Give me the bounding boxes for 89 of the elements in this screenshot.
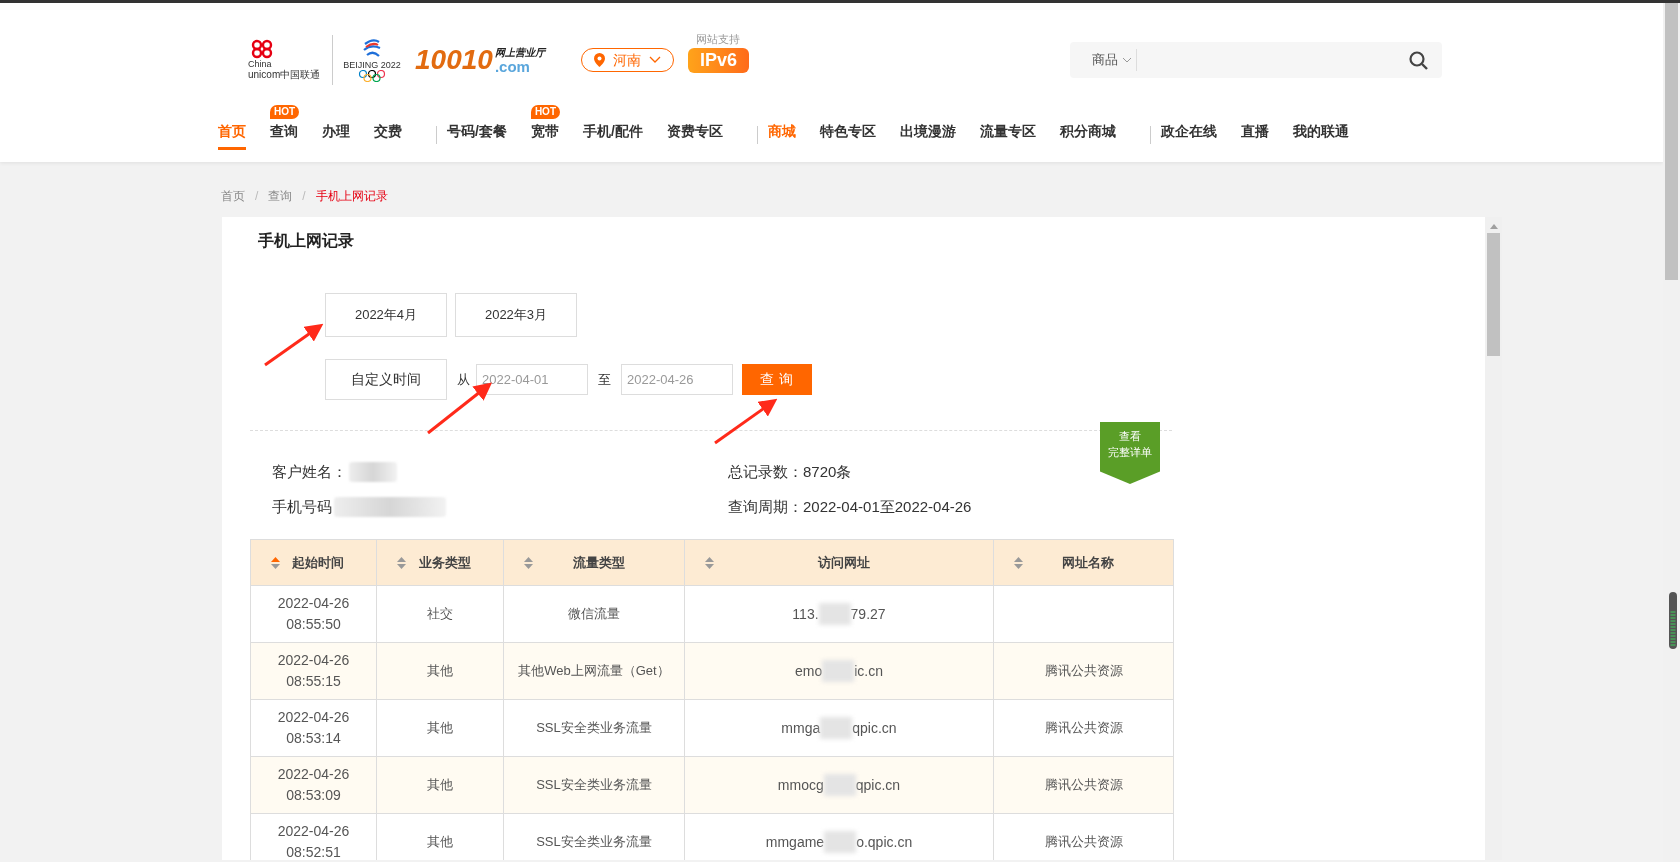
info-label: 客户姓名： <box>272 462 347 482</box>
table-cell: mmga qpic.cn <box>684 699 994 757</box>
nav-link[interactable]: 出境漫游 <box>899 120 956 150</box>
table-cell: 其他Web上网流量（Get） <box>503 642 685 700</box>
column-header[interactable]: 起始时间 <box>250 539 377 586</box>
table-cell: SSL安全类业务流量 <box>503 756 685 814</box>
meter-icon <box>1669 592 1677 649</box>
to-label: 至 <box>598 370 611 389</box>
table-cell: 其他 <box>376 699 504 757</box>
column-header[interactable]: 访问网址 <box>684 539 994 586</box>
nav-link[interactable]: 特色专区 <box>819 120 876 150</box>
info-value: 2022-04-01至2022-04-26 <box>803 496 972 517</box>
logo-text: BEIJING 2022 <box>343 60 401 70</box>
chevron-down-icon <box>648 56 661 64</box>
redacted-block <box>820 717 853 739</box>
table-cell: 2022-04-26 08:55:15 <box>250 642 377 700</box>
table-cell: 2022-04-26 08:55:50 <box>250 585 377 643</box>
logo-text: China <box>248 59 272 69</box>
column-header[interactable]: 网址名称 <box>993 539 1174 586</box>
logo-text: unicom中国联通 <box>248 69 321 81</box>
category-dropdown[interactable]: 商品 <box>1092 50 1132 70</box>
scroll-up-icon[interactable] <box>1489 224 1498 229</box>
logo-text: .com <box>494 59 531 74</box>
nav-link[interactable]: 资费专区 <box>666 120 723 150</box>
chevron-down-icon <box>1122 57 1132 63</box>
table-cell: 2022-04-26 08:53:14 <box>250 699 377 757</box>
nav-link[interactable]: 积分商城 <box>1059 120 1116 150</box>
logo-number: 10010 <box>415 46 493 74</box>
sort-icon[interactable] <box>1014 556 1023 569</box>
table-cell: SSL安全类业务流量 <box>503 699 685 757</box>
table-cell: 腾讯公共资源 <box>993 642 1174 700</box>
end-date-field[interactable]: 2022-04-26 <box>621 364 733 395</box>
start-date-field[interactable]: 2022-04-01 <box>476 364 588 395</box>
nav-link[interactable]: 我的联通 <box>1292 120 1349 150</box>
breadcrumb-separator: / <box>302 188 306 205</box>
nav-link[interactable]: 流量专区 <box>979 120 1036 150</box>
scrollbar-thumb[interactable] <box>1665 3 1678 280</box>
table-cell: 2022-04-26 08:53:09 <box>250 756 377 814</box>
custom-range-button[interactable]: 自定义时间 <box>325 359 447 400</box>
redacted-block <box>824 831 857 853</box>
search-field[interactable]: 商品 <box>1070 42 1442 78</box>
pin-icon <box>593 53 605 67</box>
table-cell: 腾讯公共资源 <box>993 756 1174 814</box>
redacted-block <box>822 660 855 682</box>
table-cell: 113. 79.27 <box>684 585 994 643</box>
sort-icon[interactable] <box>271 556 280 569</box>
page-title: 手机上网记录 <box>258 231 355 251</box>
info-label: 查询周期： <box>728 496 803 517</box>
column-header[interactable]: 流量类型 <box>503 539 685 586</box>
nav-link[interactable]: 手机/配件 <box>582 120 643 150</box>
hot-badge: HOT <box>530 104 560 119</box>
month-button[interactable]: 2022年4月 <box>325 293 447 337</box>
breadcrumb-separator: / <box>255 188 259 205</box>
info-value: 8720条 <box>803 462 852 482</box>
nav-link[interactable]: 办理 <box>322 120 350 150</box>
sort-icon[interactable] <box>397 556 406 569</box>
redacted-block <box>823 774 856 796</box>
table-cell: 其他 <box>376 756 504 814</box>
sort-icon[interactable] <box>524 556 533 569</box>
nav-link[interactable]: 交费 <box>374 120 402 150</box>
column-header[interactable]: 业务类型 <box>376 539 504 586</box>
month-button[interactable]: 2022年3月 <box>455 293 577 337</box>
annotation-arrow <box>714 398 778 445</box>
nav-link[interactable]: 宽带 <box>530 120 559 150</box>
search-icon[interactable] <box>1409 50 1428 70</box>
annotation-arrow <box>264 323 324 367</box>
logo-text: 网上营业厅 <box>494 47 545 59</box>
sort-icon[interactable] <box>705 556 714 569</box>
table-cell: 2022-04-26 08:52:51 <box>250 813 377 860</box>
table-cell: 腾讯公共资源 <box>993 699 1174 757</box>
scrollbar-thumb[interactable] <box>1487 233 1500 356</box>
table-cell: mmocg qpic.cn <box>684 756 994 814</box>
nav-link[interactable]: 查询 <box>270 120 298 150</box>
nav-link[interactable]: 政企在线 <box>1160 120 1217 150</box>
table-cell: 社交 <box>376 585 504 643</box>
rings-icon <box>357 70 387 82</box>
redacted-block <box>818 603 851 625</box>
table-cell: 其他 <box>376 642 504 700</box>
breadcrumb-link[interactable]: 手机上网记录 <box>315 187 388 205</box>
ipv6-caption: 网站支持 <box>696 31 741 46</box>
hot-badge: HOT <box>270 104 300 119</box>
info-label: 手机号码 <box>272 496 332 517</box>
nav-link[interactable]: 直播 <box>1240 120 1269 150</box>
table-cell: emo ic.cn <box>684 642 994 700</box>
nav-link[interactable]: 号码/套餐 <box>447 120 507 150</box>
table-cell: 微信流量 <box>503 585 685 643</box>
ipv6-badge: IPv6 <box>687 47 749 73</box>
from-label: 从 <box>457 370 470 389</box>
info-label: 总记录数： <box>728 462 803 482</box>
